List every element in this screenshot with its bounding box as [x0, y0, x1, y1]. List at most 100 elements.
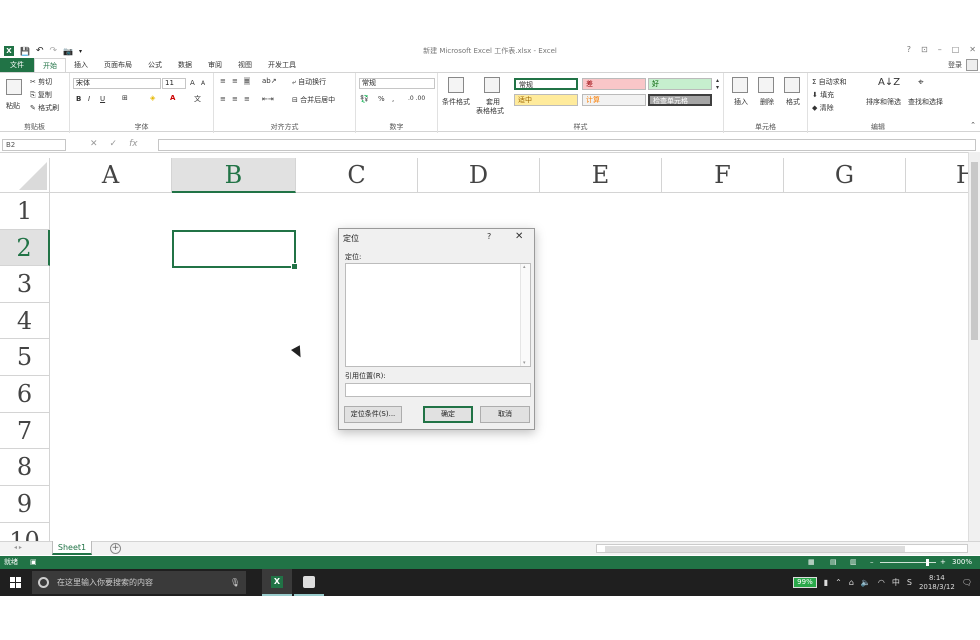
decimal-icon[interactable]: .0 .00 — [408, 95, 425, 102]
number-format-select[interactable]: 常规 — [359, 78, 435, 89]
shrink-font-button[interactable]: A — [201, 80, 205, 87]
copy-button[interactable]: ⎘ 复制 — [30, 90, 52, 100]
sheet-nav-icon[interactable]: ◂ ▸ — [14, 544, 22, 551]
binoculars-icon[interactable]: ⌖ — [918, 77, 924, 88]
style-check-cell[interactable]: 检查单元格 — [648, 94, 712, 106]
align-bottom-icon[interactable]: ≡ — [244, 77, 250, 85]
minimize-button[interactable]: – — [938, 45, 942, 54]
ribbon-display-button[interactable]: ⊡ — [921, 45, 928, 54]
input-method-icon[interactable]: S — [907, 578, 912, 587]
macro-record-icon[interactable]: ▣ — [30, 556, 37, 569]
tab-home[interactable]: 开始 — [34, 58, 66, 72]
ok-button[interactable]: 确定 — [423, 406, 473, 423]
row-header[interactable]: 1 — [0, 193, 50, 230]
notification-icon[interactable]: 🗨 — [962, 578, 972, 587]
row-header[interactable]: 9 — [0, 486, 50, 523]
page-break-view-icon[interactable]: ▥ — [850, 556, 857, 569]
goto-list-scrollbar[interactable]: ▴ ▾ — [520, 264, 530, 366]
ime-indicator[interactable]: 中 — [892, 577, 900, 588]
horizontal-scroll-thumb[interactable] — [605, 546, 905, 552]
style-bad[interactable]: 差 — [582, 78, 646, 90]
battery-icon[interactable]: ▮ — [824, 578, 828, 587]
delete-cells-button[interactable]: 删除 — [760, 97, 774, 107]
zoom-level[interactable]: 300% — [952, 556, 972, 569]
windows-start-icon[interactable] — [10, 577, 21, 588]
volume-icon[interactable]: 🔈 — [861, 578, 871, 587]
row-header[interactable]: 8 — [0, 449, 50, 486]
column-header[interactable]: C — [296, 158, 418, 193]
bold-button[interactable]: B — [76, 95, 81, 103]
taskbar-recorder-app[interactable] — [294, 569, 324, 596]
help-button[interactable]: ? — [907, 45, 911, 54]
enter-formula-icon[interactable]: ✓ — [110, 139, 118, 149]
font-size-select[interactable]: 11 — [162, 78, 186, 89]
indent-icon[interactable]: ⇤⇥ — [262, 95, 274, 103]
tab-data[interactable]: 数据 — [170, 58, 200, 72]
zoom-out-icon[interactable]: – — [870, 556, 874, 569]
autosum-button[interactable]: Σ 自动求和 — [812, 77, 847, 87]
redo-icon[interactable]: ↷ — [50, 46, 58, 56]
format-cells-button[interactable]: 格式 — [786, 97, 800, 107]
cut-button[interactable]: ✂ 剪切 — [30, 77, 52, 87]
camera-icon[interactable]: 📷 — [63, 47, 73, 56]
network-icon[interactable]: ⌂ — [849, 578, 854, 587]
italic-button[interactable]: I — [88, 95, 90, 103]
vertical-scroll-thumb[interactable] — [971, 162, 978, 340]
align-middle-icon[interactable]: ≡ — [232, 77, 238, 85]
column-header[interactable]: A — [50, 158, 172, 193]
zoom-slider-thumb[interactable] — [926, 559, 929, 566]
conditional-format-icon[interactable] — [448, 77, 464, 93]
tab-view[interactable]: 视图 — [230, 58, 260, 72]
column-header[interactable]: H — [906, 158, 968, 193]
clock[interactable]: 8:14 2018/3/12 — [919, 574, 955, 592]
dialog-help-button[interactable]: ? — [487, 232, 491, 241]
delete-cells-icon[interactable] — [758, 77, 774, 93]
insert-cells-button[interactable]: 插入 — [734, 97, 748, 107]
undo-icon[interactable]: ↶ — [36, 46, 44, 56]
sort-filter-button[interactable]: 排序和筛选 — [866, 97, 901, 107]
microphone-icon[interactable]: 🎙 — [230, 578, 240, 587]
maximize-button[interactable]: □ — [952, 45, 960, 54]
zoom-in-icon[interactable]: + — [940, 556, 946, 569]
customize-qat-icon[interactable]: ▾ — [79, 48, 82, 55]
tab-developer[interactable]: 开发工具 — [260, 58, 304, 72]
fill-color-icon[interactable]: ◈ — [150, 94, 155, 102]
row-header[interactable]: 5 — [0, 339, 50, 376]
vertical-scrollbar[interactable] — [968, 152, 980, 544]
phonetic-icon[interactable]: 文 — [194, 94, 201, 104]
formula-input[interactable] — [158, 139, 976, 151]
row-header[interactable]: 2 — [0, 230, 50, 266]
wifi-icon[interactable]: ◠ — [878, 578, 885, 587]
style-good[interactable]: 好 — [648, 78, 712, 90]
name-box[interactable]: B2 — [2, 139, 66, 151]
close-button[interactable]: ✕ — [969, 45, 976, 54]
style-calculation[interactable]: 计算 — [582, 94, 646, 106]
scroll-up-icon[interactable]: ▴ — [523, 264, 526, 270]
insert-cells-icon[interactable] — [732, 77, 748, 93]
row-header[interactable]: 3 — [0, 266, 50, 303]
percent-button[interactable]: % — [378, 95, 385, 103]
reference-input[interactable] — [345, 383, 531, 397]
dialog-close-button[interactable]: ✕ — [515, 231, 523, 242]
style-neutral[interactable]: 适中 — [514, 94, 578, 106]
sheet-tab[interactable]: Sheet1 — [52, 541, 92, 555]
font-color-icon[interactable]: A — [170, 94, 175, 102]
column-header[interactable]: D — [418, 158, 540, 193]
borders-icon[interactable]: ⊞ — [122, 94, 128, 102]
insert-function-icon[interactable]: fx — [129, 139, 138, 149]
paste-icon[interactable] — [6, 79, 22, 95]
sort-filter-icon[interactable]: A↓Z — [878, 77, 900, 88]
save-icon[interactable]: 💾 — [20, 47, 30, 56]
conditional-format-button[interactable]: 条件格式 — [442, 97, 470, 107]
merge-center-button[interactable]: ⊟ 合并后居中 — [292, 95, 335, 105]
login-link[interactable]: 登录 — [948, 60, 962, 70]
column-header[interactable]: E — [540, 158, 662, 193]
column-header[interactable]: G — [784, 158, 906, 193]
cancel-formula-icon[interactable]: ✕ — [90, 139, 98, 149]
row-header[interactable]: 4 — [0, 303, 50, 339]
cancel-button[interactable]: 取消 — [480, 406, 530, 423]
currency-icon[interactable]: 💱 — [360, 95, 369, 103]
paste-button[interactable]: 粘贴 — [6, 101, 20, 111]
format-painter-button[interactable]: ✎ 格式刷 — [30, 103, 59, 113]
tab-file[interactable]: 文件 — [0, 58, 34, 72]
